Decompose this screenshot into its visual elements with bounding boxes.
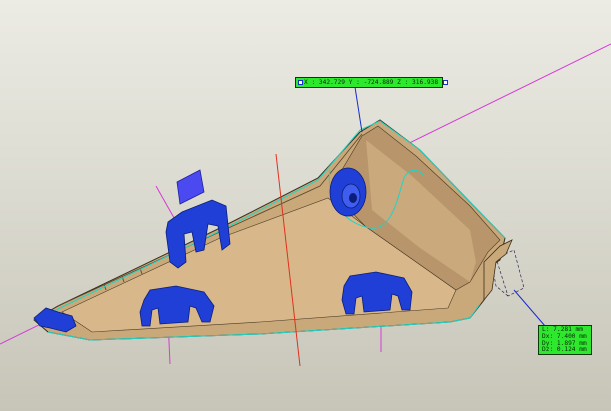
- label-end-marker: [443, 80, 449, 85]
- datum-plane-square[interactable]: [176, 169, 205, 205]
- coordinate-leader-line: [354, 86, 363, 133]
- measurement-leader-line: [513, 289, 546, 327]
- 3d-viewport[interactable]: X : 342.729 Y : -724.889 Z : 316.938 L: …: [0, 0, 611, 411]
- clip-bottom-right[interactable]: [341, 271, 413, 315]
- clip-boss[interactable]: [329, 167, 367, 217]
- measurement-dz: Dz: 0.124 mm: [542, 346, 587, 354]
- label-anchor-marker: [298, 80, 303, 85]
- clip-bottom-left[interactable]: [139, 285, 215, 327]
- coordinate-readout-label[interactable]: X : 342.729 Y : -724.889 Z : 316.938: [295, 77, 449, 88]
- measurement-readout-box[interactable]: L: 7.281 mm Dx: 7.400 mm Dy: 1.897 mm Dz…: [538, 325, 592, 355]
- coordinate-readout-text: X : 342.729 Y : -724.889 Z : 316.938: [304, 79, 439, 86]
- cad-scene[interactable]: [0, 0, 611, 411]
